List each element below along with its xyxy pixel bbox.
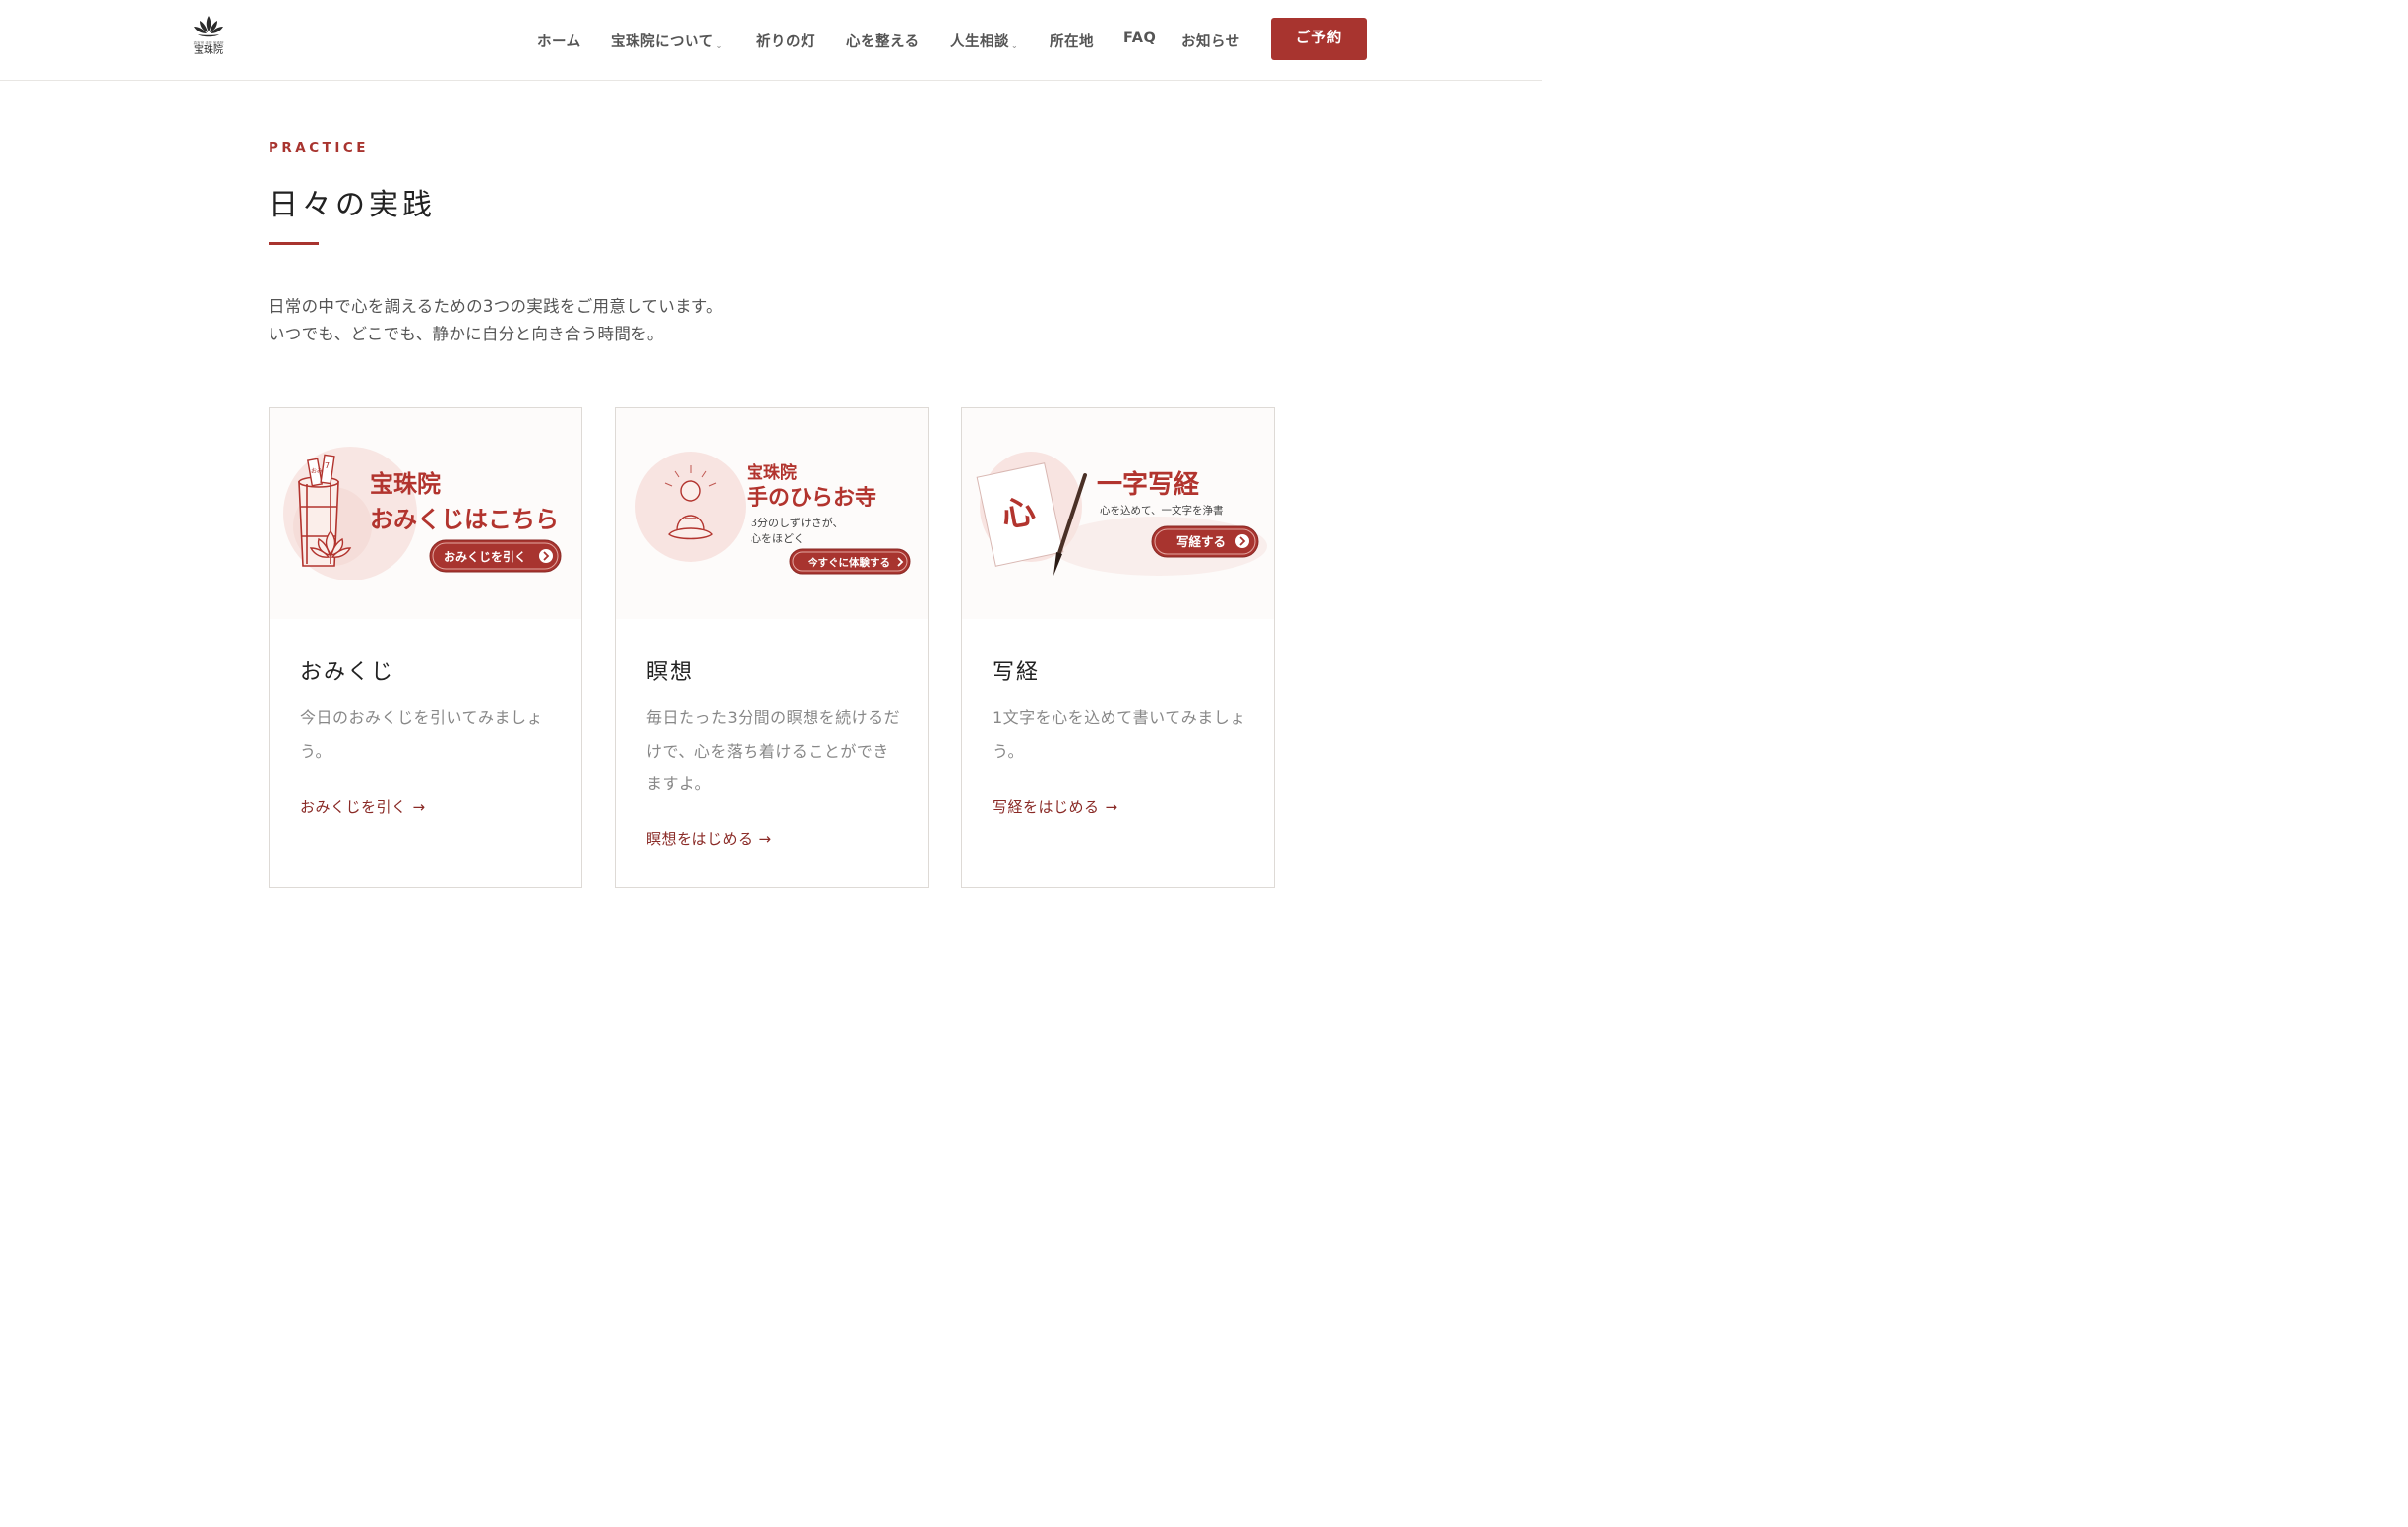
title-divider: [269, 242, 319, 245]
tag-number: 7: [325, 461, 330, 470]
card-link-label: おみくじを引く: [300, 798, 407, 816]
section-eyebrow: PRACTICE: [269, 140, 370, 155]
card-link-label: 写経をはじめる: [993, 798, 1100, 816]
chevron-right-icon: [1235, 534, 1249, 548]
card-link-label: 瞑想をはじめる: [646, 830, 753, 848]
site-logo[interactable]: 真言宗 寺院 宝珠院 宝珠院: [189, 14, 228, 67]
arrow-right-icon: →: [412, 798, 426, 816]
card-description: 毎日たった3分間の瞑想を続けるだけで、心を落ち着けることができますよ。: [646, 708, 901, 793]
chevron-right-icon: [539, 549, 553, 563]
banner-button-label: 写経する: [1176, 534, 1226, 549]
lead-line-2: いつでも、どこでも、静かに自分と向き合う時間を。: [269, 325, 664, 343]
arrow-right-icon: →: [758, 830, 772, 848]
nav-news[interactable]: お知らせ: [1181, 31, 1240, 51]
site-header: 真言宗 寺院 宝珠院 宝珠院 ホーム 宝珠院について ⌄ 祈りの灯 心を整える 人…: [0, 0, 1542, 81]
omikuji-banner[interactable]: 7 おみ 宝珠院 おみくじはこちら おみくじを引く: [270, 408, 581, 619]
card-title: おみくじ: [300, 660, 395, 685]
logo-name: 宝珠院: [194, 45, 223, 56]
lotus-icon: [194, 16, 223, 37]
banner-title-1: 宝珠院: [747, 462, 797, 483]
meditation-banner-art: 宝珠院 手のひらお寺 3分のしずけさが、 心をほどく 今すぐに体験する: [635, 452, 911, 575]
nav-consultation-label: 人生相談: [950, 34, 1009, 50]
section-title: 日々の実践: [269, 188, 436, 222]
banner-title-2: おみくじはこちら: [370, 505, 559, 533]
card-link[interactable]: おみくじを引く →: [300, 796, 426, 817]
practice-card-meditation: 宝珠院 手のひらお寺 3分のしずけさが、 心をほどく 今すぐに体験する 瞑想 毎…: [615, 407, 929, 888]
lead-line-1: 日常の中で心を調えるための3つの実践をご用意しています。: [269, 297, 723, 316]
practice-card-omikuji: 7 おみ 宝珠院 おみくじはこちら おみくじを引く おみくじ 今日のおみくじを引…: [269, 407, 582, 888]
banner-button-label: 今すぐに体験する: [807, 556, 890, 569]
nav-faq[interactable]: FAQ: [1123, 31, 1156, 46]
arrow-right-icon: →: [1105, 798, 1118, 816]
nav-mind[interactable]: 心を整える: [846, 31, 920, 51]
nav-location-label: 所在地: [1050, 34, 1094, 50]
banner-button-label: おみくじを引く: [444, 550, 526, 564]
omikuji-banner-art: 7 おみ 宝珠院 おみくじはこちら おみくじを引く: [283, 447, 562, 580]
practice-card-shakyo: 心 一字写経 心を込めて、一文字を浄書 写経する 写経 1文字を心を込めて書いて…: [961, 407, 1275, 888]
card-title: 瞑想: [646, 660, 694, 685]
caret-down-icon: ⌄: [1011, 41, 1019, 50]
nav-location[interactable]: 所在地: [1050, 31, 1094, 51]
nav-prayer-light-label: 祈りの灯: [756, 34, 815, 50]
nav-about-label: 宝珠院について: [611, 34, 714, 50]
nav-about[interactable]: 宝珠院について ⌄: [611, 31, 723, 51]
card-description: 今日のおみくじを引いてみましょう。: [300, 708, 544, 761]
card-description: 1文字を心を込めて書いてみましょう。: [993, 708, 1246, 761]
banner-sub-1: 3分のしずけさが、: [751, 516, 844, 529]
reserve-button[interactable]: ご予約: [1271, 18, 1367, 60]
nav-faq-label: FAQ: [1123, 31, 1157, 46]
banner-title-2: 手のひらお寺: [747, 485, 876, 511]
banner-sub: 心を込めて、一文字を浄書: [1100, 504, 1223, 517]
nav-home-label: ホーム: [537, 34, 581, 50]
kanji-mark: 心: [998, 491, 1038, 535]
shakyo-banner-art: 心 一字写経 心を込めて、一文字を浄書 写経する: [976, 452, 1267, 576]
nav-news-label: お知らせ: [1181, 34, 1240, 50]
meditation-banner[interactable]: 宝珠院 手のひらお寺 3分のしずけさが、 心をほどく 今すぐに体験する: [616, 408, 928, 619]
section-lead: 日常の中で心を調えるための3つの実践をご用意しています。 いつでも、どこでも、静…: [269, 293, 723, 348]
card-link[interactable]: 写経をはじめる →: [993, 796, 1118, 817]
logo-tagline: 真言宗 寺院 宝珠院: [193, 40, 224, 45]
nav-consultation[interactable]: 人生相談 ⌄: [950, 31, 1018, 51]
nav-home[interactable]: ホーム: [537, 31, 581, 51]
tag-text: おみ: [311, 468, 323, 475]
banner-sub-2: 心をほどく: [751, 532, 805, 545]
nav-prayer-light[interactable]: 祈りの灯: [756, 31, 815, 51]
banner-title-1: 宝珠院: [370, 469, 441, 498]
card-link[interactable]: 瞑想をはじめる →: [646, 828, 772, 849]
caret-down-icon: ⌄: [715, 41, 723, 50]
nav-mind-label: 心を整える: [846, 34, 920, 50]
card-title: 写経: [993, 660, 1041, 685]
shakyo-banner[interactable]: 心 一字写経 心を込めて、一文字を浄書 写経する: [962, 408, 1274, 619]
banner-title: 一字写経: [1097, 469, 1200, 500]
